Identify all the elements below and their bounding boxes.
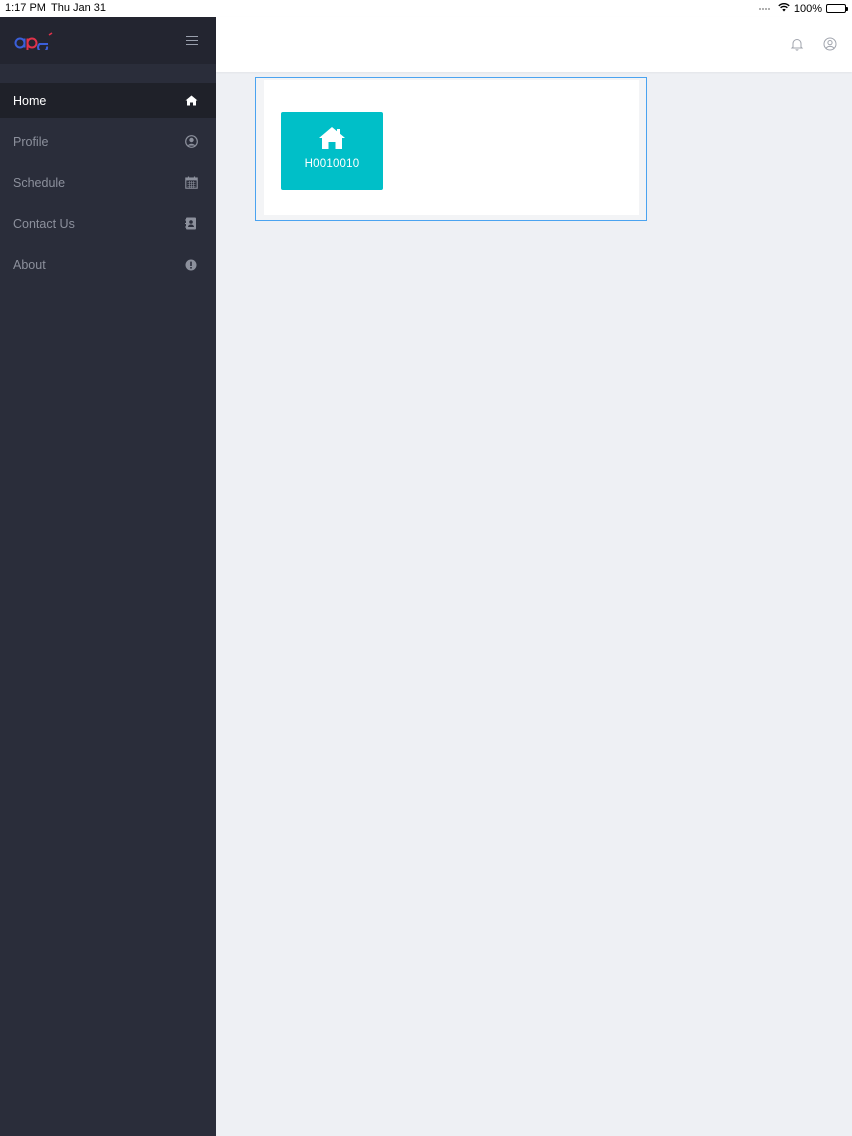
home-icon [184,94,198,108]
sidebar-nav: Home Profile Schedule Contact Us About [0,83,216,282]
sidebar-item-home[interactable]: Home [0,83,216,118]
sidebar-brand [0,17,216,64]
status-time: 1:17 PM [5,2,46,14]
sidebar-item-contact-us[interactable]: Contact Us [0,206,216,241]
house-icon [318,126,346,150]
app-logo[interactable] [14,31,54,50]
sidebar-item-label: Contact Us [13,216,75,231]
tile-label: H0010010 [304,158,360,170]
top-header [216,17,852,72]
menu-toggle-icon[interactable] [186,35,198,46]
info-circle-icon [184,258,198,272]
sidebar-item-label: Home [13,93,47,108]
bell-icon[interactable] [790,37,804,51]
property-panel: H0010010 [255,77,647,221]
sidebar-item-about[interactable]: About [0,247,216,282]
sidebar-item-schedule[interactable]: Schedule [0,165,216,200]
logo-icon [14,31,53,50]
sidebar-item-label: About [13,257,46,272]
user-circle-icon [184,135,198,149]
signal-icon [758,7,770,10]
status-right: 100% [758,2,848,15]
panel-content: H0010010 [264,80,639,215]
sidebar-item-label: Profile [13,134,49,149]
battery-percent: 100% [793,2,822,15]
sidebar: Home Profile Schedule Contact Us About [0,17,216,1136]
wifi-icon [778,2,790,15]
address-book-icon [184,217,198,231]
status-bar: 1:17 PM Thu Jan 31 100% [0,0,852,17]
battery-icon [826,4,848,13]
user-icon[interactable] [823,37,837,51]
property-tile[interactable]: H0010010 [281,112,383,190]
status-date: Thu Jan 31 [51,2,107,14]
sidebar-item-label: Schedule [13,175,66,190]
sidebar-item-profile[interactable]: Profile [0,124,216,159]
calendar-icon [184,176,198,190]
